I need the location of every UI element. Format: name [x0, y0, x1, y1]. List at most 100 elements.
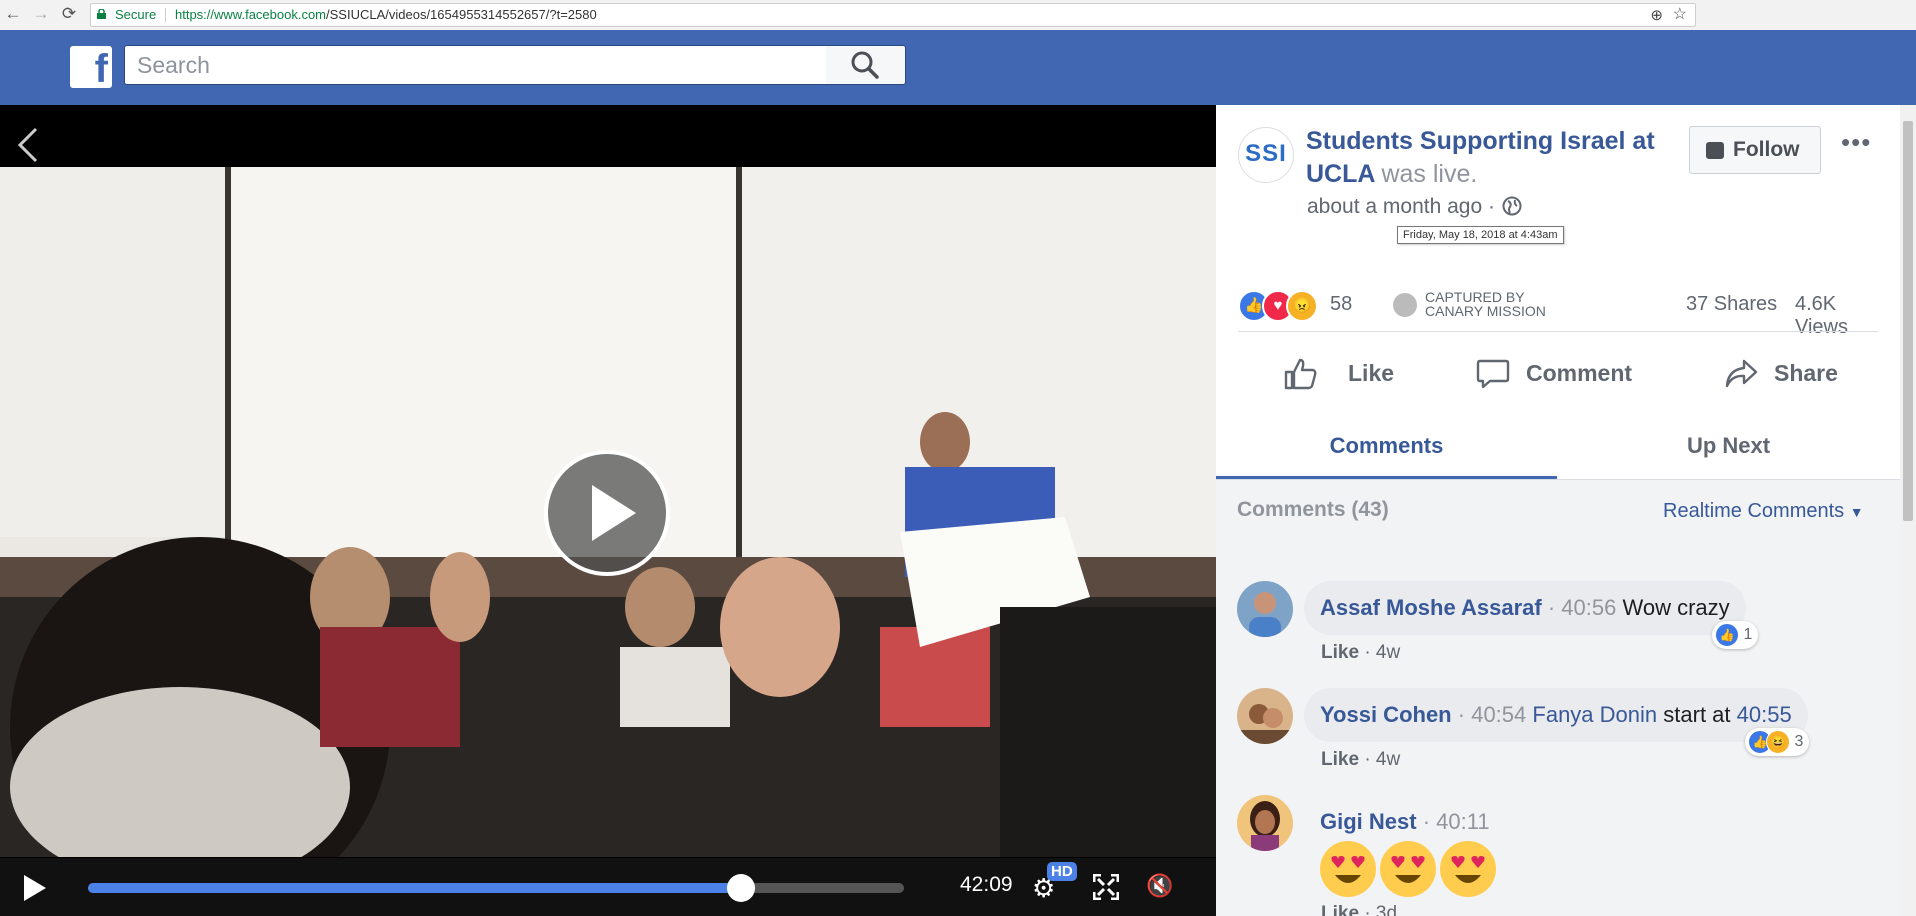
- comment-reactions[interactable]: 👍 😆 3: [1745, 728, 1810, 756]
- browser-toolbar: ← → ⟳ Secure https://www.facebook.com/SS…: [0, 0, 1916, 31]
- comment-like-link[interactable]: Like: [1321, 903, 1359, 916]
- comment-button[interactable]: Comment: [1476, 348, 1636, 398]
- video-player[interactable]: 42:09 ⚙ HD 🔇: [0, 105, 1216, 916]
- angry-reaction-icon[interactable]: 😠: [1286, 290, 1318, 322]
- url-host: https://www.facebook.com: [175, 7, 327, 22]
- hd-badge: HD: [1047, 862, 1077, 881]
- shares-count[interactable]: 37 Shares: [1686, 293, 1777, 316]
- heart-eyes-emoji: [1320, 841, 1376, 897]
- reactions-row: 👍 ♥ 😠 58 CAPTURED BY CANARY MISSION 37 S…: [1238, 287, 1878, 338]
- scrollbar-thumb[interactable]: [1903, 121, 1913, 521]
- more-options-button[interactable]: •••: [1841, 127, 1871, 158]
- play-button[interactable]: [24, 875, 46, 901]
- comment-like-link[interactable]: Like: [1321, 749, 1359, 770]
- page-name-link[interactable]: Students Supporting Israel at UCLA: [1306, 127, 1655, 188]
- comment-age[interactable]: 4w: [1376, 749, 1400, 770]
- comment-meta: Like · 3d: [1321, 903, 1397, 916]
- was-live-label: was live.: [1381, 160, 1478, 188]
- forward-arrow-icon[interactable]: →: [30, 3, 52, 25]
- zoom-icon[interactable]: ⊕: [1650, 5, 1663, 27]
- post-timestamp[interactable]: about a month ago ·: [1307, 195, 1495, 219]
- comment-author[interactable]: Assaf Moshe Assaraf: [1320, 595, 1542, 620]
- comment-label: Comment: [1526, 360, 1633, 386]
- progress-scrubber[interactable]: [726, 874, 755, 902]
- comment-icon: [1476, 359, 1510, 389]
- mute-icon[interactable]: 🔇: [1146, 873, 1173, 899]
- share-icon: [1725, 359, 1758, 388]
- comment-age[interactable]: 4w: [1376, 642, 1400, 663]
- time-separator: ·: [1487, 195, 1495, 218]
- like-label: Like: [1348, 360, 1395, 386]
- facebook-logo-letter: f: [94, 47, 108, 91]
- haha-reaction-icon: 😆: [1766, 729, 1790, 754]
- back-arrow-icon[interactable]: ←: [2, 3, 24, 25]
- realtime-label: Realtime Comments: [1663, 500, 1845, 522]
- comments-section: Comments (43) Realtime Comments ▼ Assaf …: [1216, 480, 1900, 916]
- globe-icon: [1502, 196, 1522, 216]
- avatar[interactable]: [1237, 795, 1293, 851]
- comment-text: start at: [1663, 702, 1731, 727]
- comment-sep: ·: [1422, 809, 1431, 834]
- captured-by-label: CAPTURED BY CANARY MISSION: [1425, 290, 1546, 318]
- page-avatar[interactable]: SSI: [1238, 127, 1294, 183]
- comment-bubble: Assaf Moshe Assaraf · 40:56 Wow crazy: [1304, 581, 1746, 635]
- comment-mention[interactable]: Fanya Donin: [1532, 702, 1657, 727]
- time-remaining: 42:09: [960, 873, 1013, 896]
- progress-bar[interactable]: [88, 874, 904, 902]
- comment-author[interactable]: Gigi Nest: [1320, 809, 1417, 834]
- back-chevron-icon[interactable]: [14, 125, 42, 165]
- reload-icon[interactable]: ⟳: [58, 3, 80, 25]
- heart-eyes-emoji: [1440, 841, 1496, 897]
- realtime-comments-dropdown[interactable]: Realtime Comments ▼: [1663, 500, 1864, 523]
- chevron-down-icon: ▼: [1849, 504, 1864, 520]
- like-button[interactable]: Like: [1284, 348, 1414, 398]
- share-button[interactable]: Share: [1724, 348, 1854, 398]
- time-ago[interactable]: about a month ago: [1307, 195, 1482, 218]
- url-path: /SSIUCLA/videos/1654955314552657/?t=2580: [326, 7, 597, 22]
- video-controls: 42:09 ⚙ HD 🔇: [0, 858, 1216, 916]
- facebook-logo[interactable]: f: [70, 46, 112, 91]
- avatar-text: SSI: [1245, 140, 1287, 167]
- avatar[interactable]: [1237, 688, 1293, 744]
- follow-label: Follow: [1733, 138, 1800, 161]
- url-text[interactable]: https://www.facebook.com/SSIUCLA/videos/…: [175, 4, 597, 26]
- search-button[interactable]: [826, 45, 906, 85]
- tab-comments[interactable]: Comments: [1216, 413, 1557, 479]
- comment-meta: Like · 4w: [1321, 642, 1400, 664]
- clock-icon: [1393, 293, 1417, 317]
- comment-like-link[interactable]: Like: [1321, 642, 1359, 663]
- comment-reaction-count: 3: [1794, 733, 1804, 750]
- lock-icon: [97, 9, 106, 19]
- fullscreen-icon[interactable]: [1093, 874, 1119, 900]
- tab-up-next[interactable]: Up Next: [1558, 413, 1899, 479]
- captured-by-line2: CANARY MISSION: [1425, 303, 1546, 319]
- comment-timestamp[interactable]: 40:11: [1436, 809, 1489, 834]
- like-reaction-icon: 👍: [1715, 622, 1739, 647]
- comment-age[interactable]: 3d: [1376, 903, 1397, 916]
- search-input[interactable]: Search: [124, 45, 828, 85]
- comment-bubble: Yossi Cohen · 40:54 Fanya Donin start at…: [1304, 688, 1808, 742]
- thumbs-up-icon: [1284, 358, 1317, 390]
- comment-author[interactable]: Yossi Cohen: [1320, 702, 1452, 727]
- comment-reactions[interactable]: 👍 1: [1712, 621, 1759, 649]
- play-icon: [592, 485, 636, 541]
- share-label: Share: [1774, 360, 1838, 386]
- avatar[interactable]: [1237, 581, 1293, 637]
- address-separator: [165, 8, 166, 22]
- facebook-header: f Search: [0, 30, 1916, 105]
- comment-meta-dot: ·: [1364, 749, 1371, 770]
- panel-scrollbar[interactable]: [1900, 105, 1916, 916]
- follow-button[interactable]: Follow: [1689, 126, 1821, 174]
- comment-time-link[interactable]: 40:55: [1737, 702, 1792, 727]
- follow-icon: [1706, 142, 1724, 159]
- comment-timestamp[interactable]: 40:54: [1471, 702, 1526, 727]
- comment-text: Wow crazy: [1622, 595, 1730, 620]
- comment-reaction-count: 1: [1743, 626, 1753, 643]
- reaction-count[interactable]: 58: [1330, 293, 1352, 316]
- heart-eyes-emoji: [1380, 841, 1436, 897]
- play-overlay-button[interactable]: [544, 450, 670, 576]
- address-bar[interactable]: Secure https://www.facebook.com/SSIUCLA/…: [90, 3, 1696, 27]
- star-icon[interactable]: ☆: [1673, 4, 1687, 26]
- comment-meta: Like · 4w: [1321, 749, 1400, 771]
- comment-timestamp[interactable]: 40:56: [1561, 595, 1616, 620]
